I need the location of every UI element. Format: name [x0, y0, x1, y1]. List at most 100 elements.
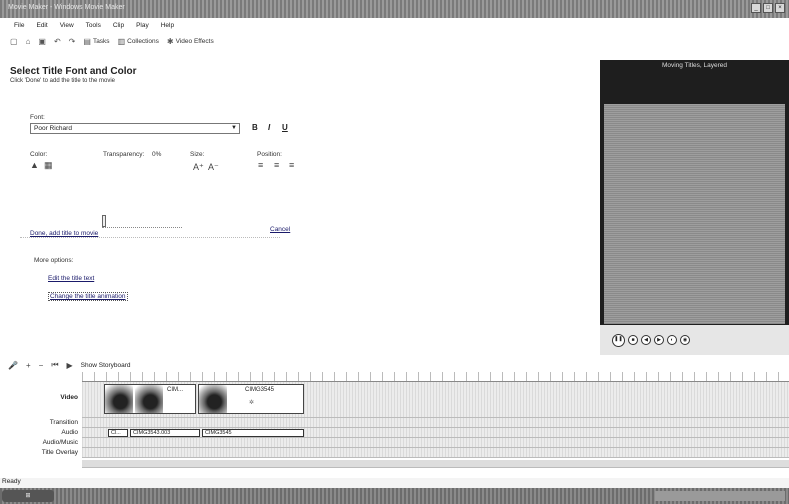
zoom-out-icon[interactable]: − — [39, 361, 44, 370]
done-link[interactable]: Done, add title to movie — [30, 230, 98, 237]
transparency-value: 0% — [152, 151, 162, 158]
align-right-icon[interactable]: ≡ — [289, 160, 294, 170]
menu-help[interactable]: Help — [161, 22, 174, 29]
background-color-icon[interactable]: ▦ — [44, 160, 53, 171]
undo-icon[interactable]: ↶ — [54, 37, 61, 46]
divider — [20, 237, 280, 238]
menu-bar: File Edit View Tools Clip Play Help — [0, 18, 789, 32]
clip-name: CIM... — [167, 387, 183, 393]
menu-edit[interactable]: Edit — [36, 22, 47, 29]
audio-track[interactable]: Cl... CIMG3543.003 CIMG3545 — [82, 428, 789, 438]
collections-button[interactable]: ▥ Collections — [118, 37, 159, 46]
underline-button[interactable]: U — [282, 123, 288, 132]
menu-view[interactable]: View — [60, 22, 74, 29]
audio-music-track[interactable] — [82, 438, 789, 448]
increase-size-icon[interactable]: A⁺ — [193, 162, 204, 173]
video-effects-icon: ✱ — [166, 36, 174, 46]
decrease-size-icon[interactable]: A⁻ — [208, 162, 219, 173]
play-pause-button[interactable]: ❚❚ — [612, 333, 625, 347]
close-button[interactable]: × — [775, 3, 785, 13]
collections-icon: ▥ — [117, 36, 126, 46]
redo-icon[interactable]: ↷ — [69, 37, 76, 46]
open-project-icon[interactable]: ⌂ — [26, 37, 31, 46]
save-project-icon[interactable]: ▣ — [38, 37, 46, 46]
cancel-link[interactable]: Cancel — [270, 226, 290, 233]
title-overlay-track[interactable] — [82, 448, 789, 458]
chevron-down-icon: ▼ — [231, 125, 237, 131]
more-options-label: More options: — [34, 257, 74, 264]
bold-button[interactable]: B — [252, 123, 258, 132]
preview-monitor: Moving Titles, Layered — [600, 60, 789, 355]
track-label-audio: Audio — [61, 429, 78, 436]
edit-title-text-link[interactable]: Edit the title text — [48, 275, 94, 282]
split-button[interactable]: ◐ — [667, 335, 677, 345]
timeline-toolbar: 🎤 + − ⏮ ▶ Show Storyboard — [0, 358, 789, 372]
font-dropdown[interactable]: Poor Richard ▼ — [30, 123, 240, 134]
track-label-title-overlay: Title Overlay — [41, 449, 78, 456]
audio-clip[interactable]: Cl... — [108, 429, 128, 437]
next-frame-button[interactable]: ▶ — [654, 335, 664, 345]
previous-frame-button[interactable]: ◀ — [641, 335, 651, 345]
size-label: Size: — [190, 151, 205, 158]
tasks-label: Tasks — [92, 37, 110, 45]
system-tray — [655, 491, 785, 501]
color-label: Color: — [30, 151, 48, 158]
video-clip[interactable]: CIMG3545 ✲ — [198, 384, 304, 414]
minimize-button[interactable]: _ — [751, 3, 761, 13]
rewind-icon[interactable]: ⏮ — [51, 360, 58, 370]
italic-button[interactable]: I — [268, 123, 270, 132]
preview-screen — [604, 104, 785, 324]
pane-subtitle: Click 'Done' to add the title to the mov… — [10, 78, 116, 84]
timeline-ruler[interactable] — [82, 372, 789, 382]
video-clip[interactable]: CIM... — [104, 384, 196, 414]
track-label-video: Video — [60, 394, 78, 401]
clip-thumbnail — [135, 385, 163, 413]
track-label-transition: Transition — [49, 419, 78, 426]
window-controls: _ □ × — [751, 3, 785, 13]
status-bar: Ready — [0, 478, 789, 488]
zoom-in-icon[interactable]: + — [26, 361, 31, 370]
font-label: Font: — [30, 114, 45, 121]
clip-thumbnail — [199, 385, 227, 413]
menu-clip[interactable]: Clip — [113, 22, 124, 29]
menu-play[interactable]: Play — [136, 22, 149, 29]
status-text: Ready — [2, 478, 21, 485]
text-color-icon[interactable]: ▲ — [30, 160, 39, 170]
preview-title: Moving Titles, Layered — [661, 62, 728, 69]
tasks-icon: ▤ — [83, 36, 91, 46]
clip-name: CIMG3545 — [245, 387, 275, 393]
playback-controls: ❚❚ ■ ◀ ▶ ◐ ◉ — [600, 325, 789, 355]
maximize-button[interactable]: □ — [763, 3, 773, 13]
video-track[interactable]: CIM... CIMG3545 ✲ — [82, 382, 789, 418]
change-animation-link[interactable]: Change the title animation — [48, 292, 128, 301]
snapshot-button[interactable]: ◉ — [680, 335, 690, 345]
new-project-icon[interactable]: ▢ — [10, 37, 18, 46]
start-button[interactable]: ⊞ — [2, 490, 54, 502]
align-center-icon[interactable]: ≡ — [274, 160, 279, 170]
tasks-button[interactable]: ▤ Tasks — [83, 37, 109, 46]
video-effects-dropdown[interactable]: ✱ Video Effects — [167, 37, 214, 46]
timeline: Video Transition Audio Audio/Music Title… — [0, 372, 789, 478]
track-label-audio-music: Audio/Music — [42, 439, 78, 446]
transparency-slider[interactable] — [102, 215, 182, 228]
window-title: Movie Maker - Windows Movie Maker — [8, 4, 125, 11]
menu-file[interactable]: File — [14, 22, 24, 29]
timeline-scrollbar[interactable] — [82, 460, 789, 468]
stop-button[interactable]: ■ — [628, 335, 638, 345]
title-bar: Movie Maker - Windows Movie Maker _ □ × — [0, 0, 789, 18]
font-value: Poor Richard — [34, 125, 72, 132]
slider-thumb[interactable] — [102, 215, 106, 227]
transition-track[interactable] — [82, 418, 789, 428]
audio-clip[interactable]: CIMG3545 — [202, 429, 304, 437]
clip-thumbnail — [105, 385, 133, 413]
title-task-pane: Select Title Font and Color Click 'Done'… — [0, 50, 598, 356]
menu-tools[interactable]: Tools — [86, 22, 101, 29]
effect-star-icon: ✲ — [249, 400, 255, 406]
collections-label: Collections — [127, 37, 159, 45]
audio-clip[interactable]: CIMG3543.003 — [130, 429, 200, 437]
play-timeline-icon[interactable]: ▶ — [67, 361, 73, 370]
video-effects-label: Video Effects — [175, 37, 214, 45]
show-storyboard-button[interactable]: Show Storyboard — [81, 362, 131, 369]
narrate-icon[interactable]: 🎤 — [8, 361, 18, 370]
align-left-icon[interactable]: ≡ — [258, 160, 263, 170]
